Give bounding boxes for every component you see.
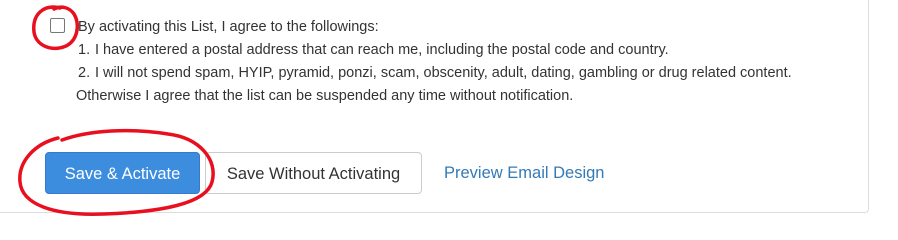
preview-email-design-link[interactable]: Preview Email Design xyxy=(444,152,604,194)
agreement-text: By activating this List, I agree to the … xyxy=(76,16,856,108)
agreement-item: 2. I will not spend spam, HYIP, pyramid,… xyxy=(76,62,856,85)
agreement-item: 1. I have entered a postal address that … xyxy=(76,39,856,62)
save-without-activating-button[interactable]: Save Without Activating xyxy=(205,152,422,194)
agreement-list: 1. I have entered a postal address that … xyxy=(76,39,856,85)
save-activate-button[interactable]: Save & Activate xyxy=(45,152,200,194)
agreement-outro: Otherwise I agree that the list can be s… xyxy=(76,88,574,104)
agreement-item-number: 1. xyxy=(78,42,91,58)
agreement-item-text: I will not spend spam, HYIP, pyramid, po… xyxy=(95,65,792,81)
agreement-item-text: I have entered a postal address that can… xyxy=(95,42,669,58)
agreement-item-number: 2. xyxy=(78,65,91,81)
agreement-intro: By activating this List, I agree to the … xyxy=(78,19,379,35)
agree-checkbox[interactable] xyxy=(50,18,65,33)
